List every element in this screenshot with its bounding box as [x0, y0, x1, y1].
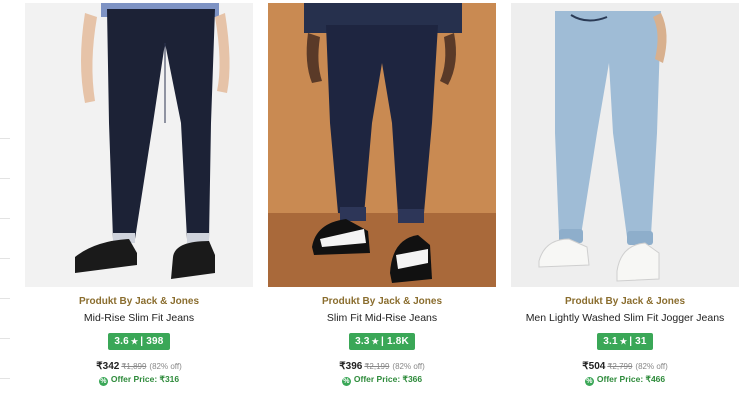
- original-price: ₹2,799: [607, 362, 633, 371]
- offer-tag-icon: %: [341, 377, 351, 386]
- offer-tag-icon: %: [584, 377, 594, 386]
- rating-container: 3.1 ★ | 31: [511, 331, 739, 350]
- product-image[interactable]: [268, 3, 496, 287]
- price-row: ₹504 ₹2,799 (82% off): [511, 356, 739, 374]
- product-brand: Produkt By Jack & Jones: [321, 296, 443, 307]
- original-price: ₹1,899: [121, 362, 147, 371]
- product-card[interactable]: Produkt By Jack & Jones Slim Fit Mid-Ris…: [268, 0, 496, 418]
- discount-label: (82% off): [149, 362, 182, 371]
- current-price: ₹342: [96, 361, 120, 372]
- product-brand: Produkt By Jack & Jones: [564, 296, 686, 307]
- product-name[interactable]: Men Lightly Washed Slim Fit Jogger Jeans: [511, 312, 739, 324]
- offer-price: % Offer Price: ₹316: [98, 374, 180, 386]
- rating-badge: 3.6 ★ | 398: [108, 333, 170, 350]
- offer-tag-icon: %: [98, 377, 108, 386]
- offer-price: % Offer Price: ₹366: [341, 374, 423, 386]
- star-icon: ★: [619, 337, 628, 346]
- rating-badge: 3.3 ★ | 1.8K: [349, 333, 415, 350]
- star-icon: ★: [371, 337, 379, 346]
- product-grid: Produkt By Jack & Jones Mid-Rise Slim Fi…: [25, 0, 739, 418]
- product-name[interactable]: Mid-Rise Slim Fit Jeans: [25, 312, 253, 324]
- rating-container: 3.3 ★ | 1.8K: [268, 331, 496, 350]
- product-image[interactable]: [25, 3, 253, 287]
- rating-container: 3.6 ★ | 398: [25, 331, 253, 350]
- product-image[interactable]: [511, 3, 739, 287]
- discount-label: (82% off): [392, 362, 425, 371]
- discount-label: (82% off): [635, 362, 668, 371]
- jeans-photo: [511, 3, 739, 287]
- current-price: ₹396: [339, 361, 363, 372]
- star-icon: ★: [130, 337, 139, 346]
- rating-badge: 3.1 ★ | 31: [597, 333, 653, 350]
- jeans-photo: [25, 3, 253, 287]
- sidebar-edge: [0, 0, 12, 418]
- product-name[interactable]: Slim Fit Mid-Rise Jeans: [268, 312, 496, 324]
- product-card[interactable]: Produkt By Jack & Jones Men Lightly Wash…: [511, 0, 739, 418]
- original-price: ₹2,199: [364, 362, 390, 371]
- product-brand: Produkt By Jack & Jones: [78, 296, 200, 307]
- price-row: ₹342 ₹1,899 (82% off): [25, 356, 253, 374]
- offer-price: % Offer Price: ₹466: [584, 374, 666, 386]
- current-price: ₹504: [582, 361, 606, 372]
- jeans-photo: [268, 3, 496, 287]
- price-row: ₹396 ₹2,199 (82% off): [268, 356, 496, 374]
- product-card[interactable]: Produkt By Jack & Jones Mid-Rise Slim Fi…: [25, 0, 253, 418]
